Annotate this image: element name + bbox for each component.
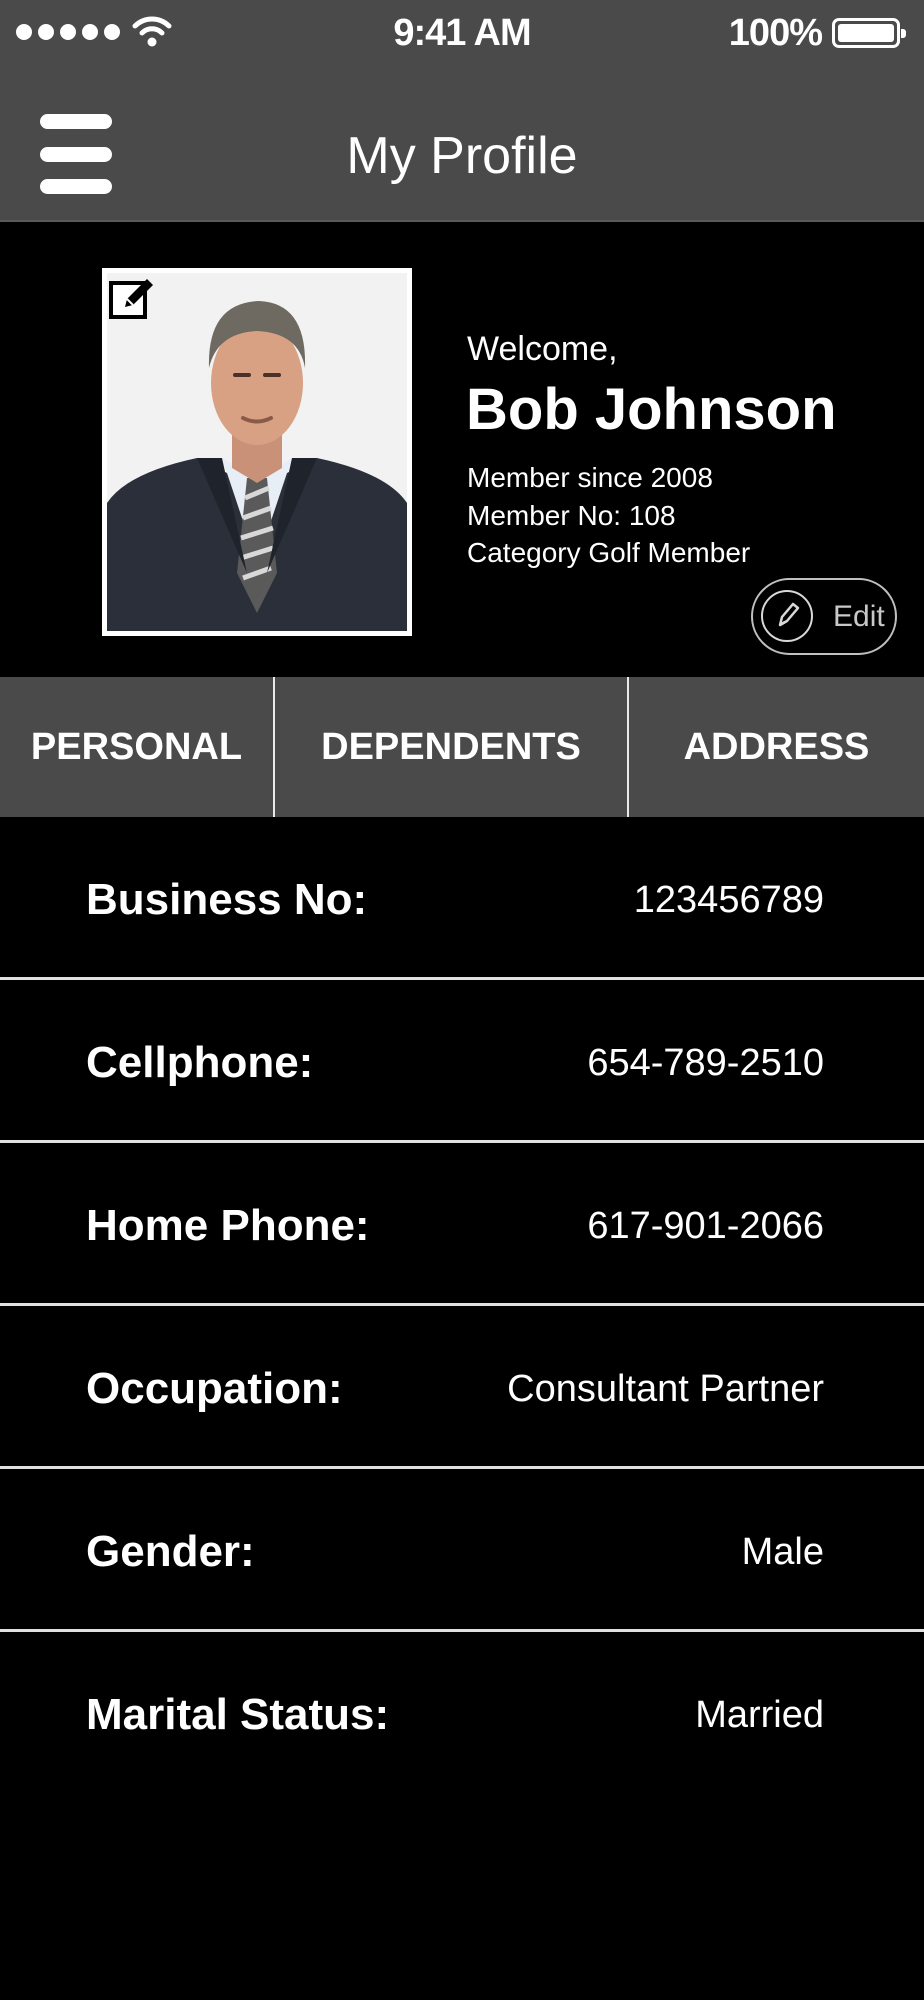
field-value: 617-901-2066 [587, 1205, 824, 1247]
pencil-icon [761, 590, 813, 642]
page-title: My Profile [346, 127, 578, 185]
member-name: Bob Johnson [466, 377, 837, 442]
field-label: Home Phone: [86, 1201, 370, 1250]
member-number: Member No: 108 [467, 500, 676, 531]
field-value: 654-789-2510 [587, 1042, 824, 1084]
field-cellphone: Cellphone: 654-789-2510 [0, 980, 924, 1143]
field-business-no: Business No: 123456789 [0, 817, 924, 980]
tab-address[interactable]: ADDRESS [629, 677, 924, 817]
battery-icon [832, 18, 906, 48]
edit-label: Edit [833, 600, 885, 633]
personal-fields: Business No: 123456789 Cellphone: 654-78… [0, 817, 924, 1795]
member-since: Member since 2008 [467, 462, 713, 493]
field-label: Gender: [86, 1527, 255, 1576]
field-label: Business No: [86, 875, 368, 924]
profile-tabs: PERSONAL DEPENDENTS ADDRESS [0, 677, 924, 817]
field-marital-status: Marital Status: Married [0, 1632, 924, 1795]
field-value: Male [741, 1531, 824, 1573]
tab-dependents[interactable]: DEPENDENTS [275, 677, 629, 817]
profile-photo [102, 268, 412, 636]
edit-profile-button[interactable]: Edit [751, 578, 897, 655]
field-value: 123456789 [633, 879, 824, 921]
profile-header: Welcome, Bob Johnson Member since 2008 M… [0, 222, 924, 677]
field-label: Marital Status: [86, 1690, 390, 1739]
member-category: Category Golf Member [467, 537, 751, 568]
field-value: Married [695, 1694, 824, 1736]
field-occupation: Occupation: Consultant Partner [0, 1306, 924, 1469]
tab-personal[interactable]: PERSONAL [0, 677, 275, 817]
welcome-text: Welcome, [467, 330, 618, 368]
field-label: Occupation: [86, 1364, 343, 1413]
status-bar: 9:41 AM 100% [0, 0, 924, 64]
field-label: Cellphone: [86, 1038, 314, 1087]
avatar-illustration [107, 301, 407, 631]
field-home-phone: Home Phone: 617-901-2066 [0, 1143, 924, 1306]
field-gender: Gender: Male [0, 1469, 924, 1632]
nav-bar: My Profile [0, 64, 924, 222]
avatar [107, 273, 407, 631]
edit-square-icon[interactable] [107, 273, 157, 323]
field-value: Consultant Partner [507, 1368, 824, 1410]
battery-percent: 100% [728, 12, 823, 54]
